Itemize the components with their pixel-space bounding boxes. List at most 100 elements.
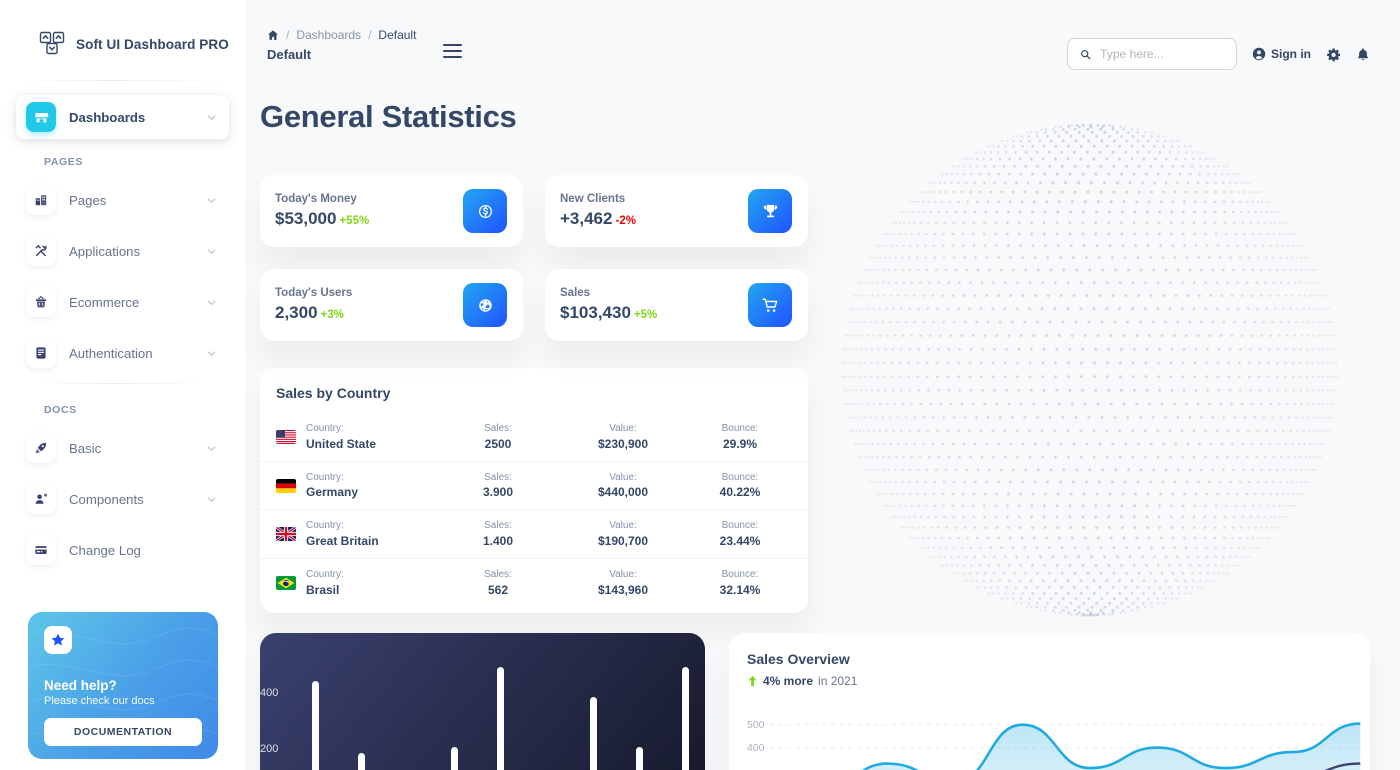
sidebar-item-label: Applications [69,243,141,259]
bounce-header: Bounce: [721,471,759,483]
country-header: Country: [306,569,344,581]
stat-delta: -2% [615,215,636,227]
bounce-value: 29.9% [722,436,758,451]
de-flag-icon [276,478,296,493]
sidebar-item-change-log[interactable]: Change Log [16,528,229,572]
chevron-down-icon [207,249,216,254]
gear-icon[interactable] [1326,47,1341,62]
stat-card-new-clients[interactable]: New Clients +3,462 -2% [545,175,808,247]
bar [312,680,319,770]
value-header: Value: [609,520,637,532]
stat-card-todays-users[interactable]: Today's Users 2,300 +3% [260,269,523,341]
country-cell: Country: United State [306,413,438,461]
value-value: $230,900 [597,436,649,451]
sales-value: 562 [487,582,509,597]
search-icon [1081,49,1091,59]
bounce-value: 40.22% [719,485,761,500]
chevron-down-icon [207,300,216,305]
value-header: Value: [609,471,637,483]
sidebar-item-authentication[interactable]: Authentication [16,331,229,375]
stats-and-table-column: Today's Money $53,000 +55% New Clients +… [260,175,808,613]
value-header: Value: [609,423,637,434]
sidebar-item-dashboards[interactable]: Dashboards [16,95,229,139]
table-row[interactable]: Country: Great Britain Sales: 1.400 Valu… [260,509,808,559]
breadcrumb-item-default: Default [378,28,417,42]
stat-value-row: +3,462 -2% [560,209,636,229]
shop-icon [26,102,56,132]
brand[interactable]: Soft UI Dashboard PRO [0,0,245,58]
sales-overview-card: Sales Overview 4% more in 2021 500 400 [729,633,1370,770]
soft-ui-logo-icon [39,31,65,55]
sales-by-country-card: Sales by Country Country: United State S… [260,368,808,613]
sidebar-item-components[interactable]: Components [16,477,229,521]
bounce-value: 32.14% [719,582,761,597]
stat-label: Sales [560,287,591,299]
country-value: Brasil [306,582,340,597]
stat-card-todays-money[interactable]: Today's Money $53,000 +55% [260,175,523,247]
table-row[interactable]: Country: Germany Sales: 3.900 Value: $44… [260,460,808,510]
documentation-button[interactable]: DOCUMENTATION [44,718,202,746]
basket-icon [26,287,56,317]
sidebar-item-pages[interactable]: Pages [16,178,229,222]
bar [450,747,458,770]
bounce-cell: Bounce: 29.9% [688,413,808,461]
breadcrumb-separator: / [286,28,290,42]
stat-delta: +5% [633,309,658,321]
page-title: General Statistics [260,99,517,134]
bounce-cell: Bounce: 40.22% [688,460,808,510]
user-plus-icon [26,484,56,514]
stat-value-row: $53,000 +55% [275,209,369,229]
sales-value: 3.900 [482,485,514,500]
bell-icon[interactable] [1356,47,1370,62]
search-box[interactable] [1067,38,1237,70]
country-value: United State [306,436,377,451]
stat-value: +3,462 [560,209,613,228]
table-row[interactable]: Country: United State Sales: 2500 Value:… [260,413,808,461]
value-header: Value: [609,569,637,581]
search-input[interactable] [1100,47,1224,61]
chevron-down-icon [207,497,216,502]
bounce-header: Bounce: [721,520,759,532]
globe-icon [463,283,507,327]
country-flag-cell [260,558,306,607]
gb-flag-icon [276,527,296,542]
sign-in-label: Sign in [1271,47,1311,61]
line-chart-ytick-400: 400 [747,741,765,754]
trend-value: 4% more [763,674,814,688]
credit-card-icon [26,535,56,565]
stat-delta: +55% [339,215,370,227]
table-row[interactable]: Country: Brasil Sales: 562 Value: $143,9… [260,558,808,607]
country-value: Great Britain [306,533,379,548]
bar-chart-card: 4002000 [260,633,705,770]
trend-suffix: in 2021 [818,674,858,688]
sidebar-item-ecommerce[interactable]: Ecommerce [16,280,229,324]
sidebar-item-applications[interactable]: Applications [16,229,229,273]
hamburger-menu-icon[interactable] [443,44,463,58]
chevron-down-icon [207,351,216,356]
topbar: / Dashboards / Default Default Sign in [245,0,1400,92]
sales-value: 2500 [484,436,512,451]
sign-in-button[interactable]: Sign in [1252,47,1311,61]
sales-header: Sales: [484,569,512,581]
bar-chart-plot [312,661,689,770]
sales-cell: Sales: 562 [438,558,558,607]
breadcrumb-item-dashboards[interactable]: Dashboards [296,28,361,42]
arrow-up-icon [748,675,757,687]
bar [497,666,504,770]
sidebar-item-basic[interactable]: Basic [16,426,229,470]
bar-chart-ytick: 200 [260,743,279,755]
value-value: $143,960 [597,582,649,597]
bar-chart-ytick: 400 [260,687,279,699]
sales-header: Sales: [484,471,512,483]
chevron-down-icon [207,198,216,203]
stat-card-sales[interactable]: Sales $103,430 +5% [545,269,808,341]
help-card-title: Need help? [44,678,117,693]
stat-value: 2,300 [275,303,318,322]
bounce-header: Bounce: [721,423,759,434]
home-icon[interactable] [267,29,279,41]
dashboard-page: Soft UI Dashboard PRO Dashboards PAGES P… [0,0,1400,770]
stat-text: Today's Money $53,000 +55% [275,193,369,229]
sales-cell: Sales: 3.900 [438,460,558,510]
bar [635,747,643,770]
country-header: Country: [306,423,344,434]
